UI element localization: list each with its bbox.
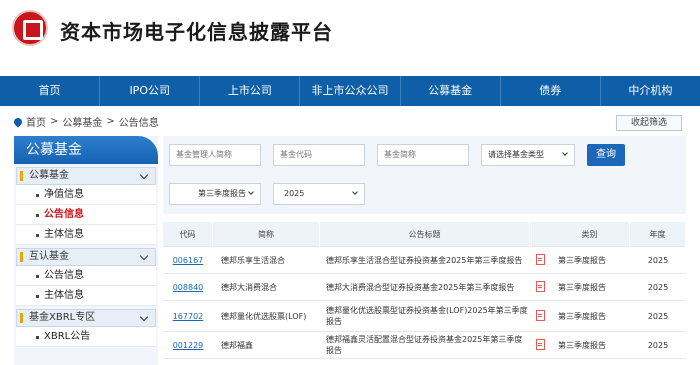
nav-item-listed[interactable]: 上市公司 <box>200 76 301 106</box>
nav-item-home[interactable]: 首页 <box>0 76 101 106</box>
sidebar: 公募基金 公募基金 净值信息 公告信息 主体信息 互认基金 公告信息 主体信息 … <box>14 136 158 365</box>
fund-type-select[interactable]: 请选择基金类型 <box>481 144 575 166</box>
sidebar-group-mutual-recognition[interactable]: 互认基金 <box>16 248 156 266</box>
fund-code-link[interactable]: 006167 <box>163 256 213 265</box>
fund-manager-input[interactable]: 基金管理人简称 <box>169 144 261 166</box>
fund-name: 德邦乐享生活混合 <box>221 255 285 265</box>
pdf-file-icon[interactable] <box>535 253 545 265</box>
col-header-name: 简称 <box>213 221 320 247</box>
fund-code-input[interactable]: 基金代码 <box>273 144 365 166</box>
announcement-title[interactable]: 德邦乐享生活混合型证券投资基金2025年第三季度报告 <box>320 255 530 266</box>
sidebar-item-mr-entity-info[interactable]: 主体信息 <box>16 286 156 306</box>
pdf-file-icon[interactable] <box>535 280 545 292</box>
nav-item-ipo[interactable]: IPO公司 <box>100 76 201 106</box>
fund-name: 德邦福鑫 <box>221 340 253 350</box>
chevron-down-icon <box>139 251 149 261</box>
sidebar-item-xbrl-announcements[interactable]: XBRL公告 <box>16 327 156 347</box>
sidebar-item-mr-announcements[interactable]: 公告信息 <box>16 266 156 286</box>
chevron-down-icon <box>248 189 254 195</box>
announcement-category: 第三季度报告 <box>558 340 606 350</box>
col-header-year: 年度 <box>630 221 686 247</box>
fund-code-link[interactable]: 008840 <box>163 283 213 292</box>
sidebar-group-label: 公募基金 <box>29 170 69 181</box>
year-select[interactable]: 2025 <box>273 183 365 205</box>
pdf-file-icon[interactable] <box>535 338 545 350</box>
site-header: 资本市场电子化信息披露平台 <box>0 0 700 76</box>
fund-name: 德邦量化优选股票(LOF) <box>221 311 307 321</box>
announcement-title[interactable]: 德邦大消费混合型证券投资基金2025年第三季度报告 <box>320 282 530 293</box>
announcement-year: 2025 <box>647 255 669 265</box>
breadcrumb-section[interactable]: 公募基金 <box>62 114 102 129</box>
nav-item-non-listed[interactable]: 非上市公众公司 <box>300 76 401 106</box>
chevron-down-icon <box>562 150 568 156</box>
breadcrumb-separator: > <box>106 116 115 127</box>
table-header-row: 代码 简称 公告标题 类别 年度 <box>163 221 686 247</box>
announcement-title[interactable]: 德邦福鑫灵活配置混合型证券投资基金2025年第三季度报告 <box>320 334 530 356</box>
sidebar-group-label: 互认基金 <box>29 251 69 262</box>
csrc-logo-icon <box>12 10 48 46</box>
filter-panel: 基金管理人简称 基金代码 基金简称 请选择基金类型 查询 第三季度报告 2025 <box>163 136 686 214</box>
sidebar-group-xbrl[interactable]: 基金XBRL专区 <box>16 309 156 327</box>
announcement-year: 2025 <box>647 311 669 321</box>
sidebar-group-public-funds[interactable]: 公募基金 <box>16 167 156 185</box>
announcement-year: 2025 <box>647 340 669 350</box>
pdf-file-icon[interactable] <box>535 309 545 321</box>
breadcrumb-current: 公告信息 <box>118 118 159 129</box>
sidebar-group-label: 基金XBRL专区 <box>29 312 96 323</box>
fund-name-input[interactable]: 基金简称 <box>377 144 469 166</box>
sidebar-item-announcements[interactable]: 公告信息 <box>16 205 156 225</box>
report-type-select[interactable]: 第三季度报告 <box>169 183 261 205</box>
col-header-category: 类别 <box>550 221 630 247</box>
announcement-table: 代码 简称 公告标题 类别 年度 006167 德邦乐享生活混合 德邦乐享生活混… <box>163 221 686 359</box>
location-pin-icon <box>12 115 24 128</box>
query-button[interactable]: 查询 <box>587 144 625 166</box>
breadcrumb-separator: > <box>50 116 59 127</box>
year-select-value: 2025 <box>284 189 305 198</box>
announcement-year: 2025 <box>647 282 669 292</box>
nav-item-bonds[interactable]: 债券 <box>501 76 601 106</box>
fund-code-link[interactable]: 167702 <box>163 312 213 321</box>
announcement-category: 第三季度报告 <box>558 255 606 265</box>
nav-item-public-funds[interactable]: 公募基金 <box>401 76 501 106</box>
sidebar-item-nav[interactable]: 净值信息 <box>16 185 156 205</box>
nav-item-intermediaries[interactable]: 中介机构 <box>601 76 700 106</box>
fund-code-link[interactable]: 001229 <box>163 341 213 350</box>
col-header-code: 代码 <box>163 221 213 247</box>
sidebar-title: 公募基金 <box>14 136 158 164</box>
main-nav: 首页 IPO公司 上市公司 非上市公众公司 公募基金 债券 中介机构 <box>0 76 700 106</box>
announcement-category: 第三季度报告 <box>558 282 606 292</box>
fund-type-select-value: 请选择基金类型 <box>488 150 544 159</box>
chevron-down-icon <box>139 170 149 180</box>
table-row: 008840 德邦大消费混合 德邦大消费混合型证券投资基金2025年第三季度报告… <box>163 274 686 301</box>
table-row: 167702 德邦量化优选股票(LOF) 德邦量化优选股票型证券投资基金(LOF… <box>163 301 686 332</box>
collapse-filter-button[interactable]: 收起筛选 <box>616 115 682 131</box>
chevron-down-icon <box>352 189 358 195</box>
announcement-title[interactable]: 德邦量化优选股票型证券投资基金(LOF)2025年第三季度报告 <box>320 305 530 327</box>
table-row: 001229 德邦福鑫 德邦福鑫灵活配置混合型证券投资基金2025年第三季度报告… <box>163 332 686 359</box>
fund-name: 德邦大消费混合 <box>221 282 277 292</box>
breadcrumb-home[interactable]: 首页 <box>26 114 46 129</box>
announcement-category: 第三季度报告 <box>558 311 606 321</box>
site-title: 资本市场电子化信息披露平台 <box>60 20 333 44</box>
table-row: 006167 德邦乐享生活混合 德邦乐享生活混合型证券投资基金2025年第三季度… <box>163 247 686 274</box>
report-type-select-value: 第三季度报告 <box>198 189 246 198</box>
sidebar-item-entity-info[interactable]: 主体信息 <box>16 225 156 245</box>
chevron-down-icon <box>139 312 149 322</box>
col-header-title: 公告标题 <box>320 221 530 247</box>
breadcrumb: 首页 > 公募基金 > 公告信息 <box>12 114 159 129</box>
